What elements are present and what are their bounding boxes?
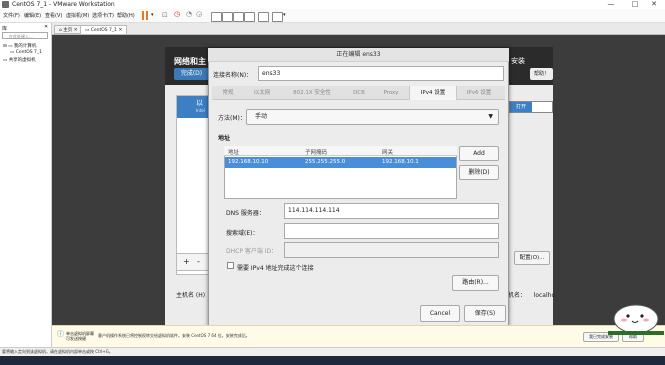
connection-name-label: 连接名称(N)： xyxy=(213,72,253,79)
column-address: 地址 xyxy=(228,150,240,156)
dialog-title: 正在编辑 ens33 xyxy=(208,48,509,62)
window-title: CentOS 7_1 - VMware Workstation xyxy=(12,1,115,8)
menu-edit[interactable]: 编辑(E) xyxy=(24,12,41,19)
search-domain-label: 搜索域(E)： xyxy=(226,230,259,237)
stretch-icon[interactable] xyxy=(272,12,283,22)
tab-general[interactable]: 常规 xyxy=(212,86,244,100)
routes-button[interactable]: 路由(R)... xyxy=(452,275,499,291)
address-section-title: 地址 xyxy=(218,135,231,142)
snapshot-manager-icon[interactable]: ◶ xyxy=(196,10,202,18)
dns-input[interactable]: 114.114.114.114 xyxy=(284,203,499,219)
method-select[interactable]: 手动 ▼ xyxy=(246,109,499,125)
minimize-button[interactable]: — xyxy=(600,0,622,9)
status-message: 要将输入定向到该虚拟机，请在虚拟机内部单击或按 Ctrl+G。 xyxy=(2,349,113,354)
network-toggle[interactable]: 打开 xyxy=(509,101,553,113)
connection-name-input[interactable]: ens33 xyxy=(258,66,504,81)
delete-address-button[interactable]: 删除(D) xyxy=(459,165,499,180)
vmware-logo-icon xyxy=(2,1,9,8)
toggle-on-label: 打开 xyxy=(510,102,532,112)
pause-icon[interactable] xyxy=(142,11,144,20)
current-hostname: 机名： localho xyxy=(508,292,556,299)
tab-ethernet[interactable]: 以太网 xyxy=(245,86,279,100)
dialog-tabs: 常规 以太网 802.1X 安全性 DCB Proxy IPv4 设置 IPv6… xyxy=(212,86,505,100)
console-view-icon[interactable] xyxy=(258,12,269,22)
tree-item-my-computer[interactable]: ⊟ ▭ 我的计算机 xyxy=(3,43,36,49)
revert-snapshot-icon[interactable]: ◔ xyxy=(186,10,192,18)
tab-centos[interactable]: ▭ CentOS 7_1 ✕ xyxy=(80,25,128,34)
remove-device-button[interactable]: - xyxy=(197,257,200,266)
device-list xyxy=(176,95,211,275)
dhcp-client-id-label: DHCP 客户端 ID： xyxy=(226,248,278,255)
add-address-button[interactable]: Add xyxy=(459,146,499,161)
tab-proxy[interactable]: Proxy xyxy=(374,86,408,100)
view-thumbnail-icon[interactable] xyxy=(222,12,233,22)
fullscreen-icon[interactable] xyxy=(233,12,244,22)
cancel-button[interactable]: Cancel xyxy=(420,305,460,322)
menu-toolbar: 文件(F) 编辑(E) 查看(V) 虚拟机(M) 选项卡(T) 帮助(H) ▾ … xyxy=(0,9,665,23)
close-button[interactable]: ✕ xyxy=(643,0,665,9)
dns-label: DNS 服务器： xyxy=(226,210,265,217)
help-button[interactable]: 帮助！ xyxy=(530,68,553,80)
search-domain-input[interactable] xyxy=(284,223,499,239)
row-gateway[interactable]: 192.168.10.1 xyxy=(382,159,419,165)
menu-vm[interactable]: 虚拟机(M) xyxy=(66,12,89,19)
tree-item-shared-vms[interactable]: ▭ 共享的虚拟机 xyxy=(3,57,36,63)
device-add-remove: + - xyxy=(176,253,210,271)
taskbar xyxy=(0,356,665,365)
title-bar: CentOS 7_1 - VMware Workstation — □ ✕ xyxy=(0,0,665,9)
mascot-sticker-image xyxy=(608,304,664,335)
device-sublabel: Intel xyxy=(196,108,205,113)
send-keys-icon[interactable]: ⊡ xyxy=(162,11,168,19)
library-search-input[interactable]: 在此处键入... xyxy=(2,32,48,39)
menu-view[interactable]: 查看(V) xyxy=(45,12,62,19)
unity-icon[interactable] xyxy=(244,12,255,22)
row-address[interactable]: 192.168.10.10 xyxy=(228,159,268,165)
require-ipv4-checkbox[interactable] xyxy=(227,262,234,269)
hostname-label: 主机名 (H) xyxy=(176,292,206,299)
hint-click-label: 单击虚拟机屏幕可发送按键 xyxy=(66,331,94,341)
address-table-header xyxy=(224,146,457,156)
require-ipv4-label: 需要 IPv4 地址完成这个连接 xyxy=(237,265,314,272)
chevron-down-icon: ▼ xyxy=(488,113,493,120)
column-netmask: 子网掩码 xyxy=(305,150,328,156)
info-icon: ⓘ xyxy=(57,330,64,338)
library-close-icon[interactable]: ✕ xyxy=(44,24,48,30)
dropdown-arrow-icon[interactable]: ▾ xyxy=(151,12,154,18)
vm-tab-strip: ⌂ 主页 ✕ ▭ CentOS 7_1 ✕ xyxy=(52,23,665,35)
save-button[interactable]: 保存(S) xyxy=(464,305,506,322)
tab-8021x[interactable]: 802.1X 安全性 xyxy=(280,86,344,100)
menu-tabs[interactable]: 选项卡(T) xyxy=(92,12,114,19)
device-label: 以 xyxy=(196,99,203,107)
install-title: 安装 xyxy=(511,57,525,65)
network-page-title: 网络和主 xyxy=(174,57,206,66)
column-gateway: 网关 xyxy=(382,150,394,156)
menu-file[interactable]: 文件(F) xyxy=(3,12,20,19)
tree-item-centos[interactable]: ▭ CentOS 7_1 xyxy=(10,50,42,55)
hint-message: 客户机操作系统已将控制权转交给虚拟机软件。安装 CentOS 7 64 位。安装… xyxy=(98,333,250,338)
snapshot-icon[interactable]: ◷ xyxy=(174,10,180,18)
tab-ipv6[interactable]: IPv6 设置 xyxy=(456,86,502,100)
view-dropdown-icon[interactable]: ▾ xyxy=(283,12,286,18)
method-label: 方法(M)： xyxy=(218,115,246,122)
view-library-icon[interactable] xyxy=(211,12,222,22)
tab-home[interactable]: ⌂ 主页 ✕ xyxy=(54,25,83,34)
dhcp-client-id-input[interactable] xyxy=(284,242,499,258)
library-header: 库 xyxy=(2,26,8,32)
menu-help[interactable]: 帮助(H) xyxy=(117,12,135,19)
done-button[interactable]: 完成(D) xyxy=(174,68,209,80)
row-netmask[interactable]: 255.255.255.0 xyxy=(305,159,345,165)
device-list-item-ens33[interactable] xyxy=(177,96,211,118)
library-pane: 库 ✕ 在此处键入... ⊟ ▭ 我的计算机 ▭ CentOS 7_1 ▭ 共享… xyxy=(0,23,52,347)
add-device-button[interactable]: + xyxy=(183,257,190,266)
tab-dcb[interactable]: DCB xyxy=(345,86,373,100)
tab-ipv4[interactable]: IPv4 设置 xyxy=(409,86,457,100)
method-value: 手动 xyxy=(255,113,268,120)
configure-button[interactable]: 配置(O)... xyxy=(514,251,550,265)
